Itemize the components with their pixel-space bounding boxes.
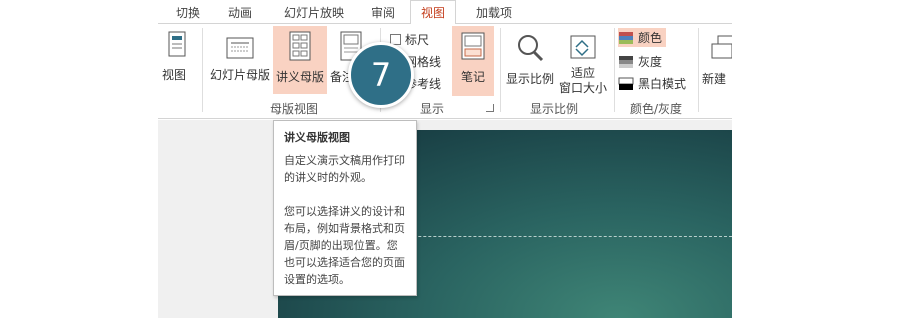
tab-view[interactable]: 视图 [410,0,457,25]
view-icon [168,31,186,57]
new-window-button[interactable]: 新建 [702,28,732,94]
color-swatch-icon [619,31,633,44]
separator [202,28,203,112]
handout-master-button[interactable]: 讲义母版 [273,26,327,94]
color-button[interactable]: 颜色 [618,28,667,47]
ribbon-tab-bar: 切换 动画 幻灯片放映 审阅 视图 加载项 [158,0,732,25]
magnifier-icon [518,35,544,62]
step-number-badge: 7 [348,42,414,108]
powerpoint-window: 切换 动画 幻灯片放映 审阅 视图 加载项 视图 幻灯片母版 讲义母版 备注 母… [158,0,732,318]
tab-review[interactable]: 审阅 [371,4,395,21]
tooltip-handout-master: 讲义母版视图 自定义演示文稿用作打印的讲义时的外观。 您可以选择讲义的设计和布局… [273,120,417,296]
separator [614,28,615,112]
tab-slideshow[interactable]: 幻灯片放映 [284,4,344,21]
grayscale-button[interactable]: 灰度 [618,52,662,71]
tooltip-description: 自定义演示文稿用作打印的讲义时的外观。 [284,154,405,184]
slide-master-icon [226,37,254,59]
fit-window-icon [570,35,596,59]
tab-addins[interactable]: 加载项 [476,4,512,21]
black-white-swatch-icon [618,77,634,90]
black-white-button[interactable]: 黑白模式 [618,74,686,93]
tab-transitions[interactable]: 切换 [176,4,200,21]
fit-to-window-button[interactable]: 适应 窗口大小 [558,28,608,98]
editing-canvas [158,120,732,318]
dialog-launcher-icon[interactable] [486,104,494,112]
tooltip-title: 讲义母版视图 [284,131,350,144]
slide-master-button[interactable]: 幻灯片母版 [208,28,272,84]
notes-button[interactable]: 笔记 [452,26,494,96]
ribbon-view: 视图 幻灯片母版 讲义母版 备注 母版视图 标尺 网格线 参考线 笔记 显示 显… [158,24,732,119]
presentation-view-button[interactable]: 视图 [158,30,198,83]
group-label-color: 颜色/灰度 [630,102,683,116]
tooltip-detail: 您可以选择讲义的设计和布局，例如背景格式和页眉/页脚的出现位置。您也可以选择适合… [284,205,405,286]
notes-icon [461,32,485,60]
handout-master-icon [289,31,311,61]
new-window-icon [711,35,732,59]
separator [500,28,501,112]
group-label-show: 显示 [420,102,445,116]
group-label-zoom: 显示比例 [530,102,579,116]
grayscale-swatch-icon [619,55,633,68]
zoom-button[interactable]: 显示比例 [504,28,556,94]
tab-animations[interactable]: 动画 [228,4,252,21]
group-label-master-views: 母版视图 [270,102,319,116]
separator [698,28,699,112]
